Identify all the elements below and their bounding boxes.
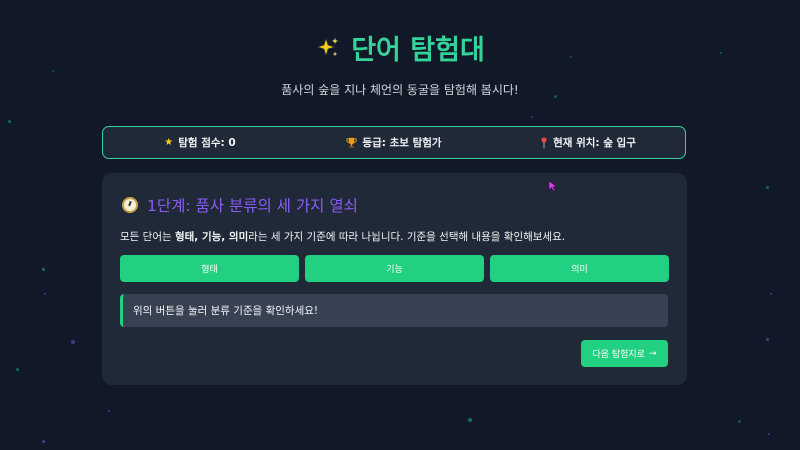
page-title: 단어 탐험대 [351,35,485,66]
page-title-row: 단어 탐험대 [0,28,800,67]
criteria-button-form[interactable]: 형태 [120,255,299,282]
stage-title: 1단계: 품사 분류의 세 가지 열쇠 [147,197,358,215]
desc-prefix: 모든 단어는 [120,231,175,243]
compass-icon [122,197,138,213]
stage-title-row: 1단계: 품사 분류의 세 가지 열쇠 [122,194,358,216]
mouse-cursor-icon [548,180,558,192]
page-subtitle: 품사의 숲을 지나 체언의 동굴을 탐험해 봅시다! [281,83,519,97]
location-text: 현재 위치: 숲 입구 [553,137,636,149]
stage-description: 모든 단어는 형태, 기능, 의미라는 세 가지 기준에 따라 나뉩니다. 기준… [120,229,565,244]
arrow-right-icon: → [649,348,657,359]
rank-text: 등급: 초보 탐험가 [362,137,442,149]
next-stage-label: 다음 탐험지로 [592,350,645,360]
page-header: 단어 탐험대 품사의 숲을 지나 체언의 동굴을 탐험해 봅시다! [0,28,800,98]
sparkles-icon [315,35,341,58]
criteria-button-meaning[interactable]: 의미 [490,255,669,282]
score-status: ★ 탐험 점수: 0 [103,135,297,150]
next-stage-button[interactable]: 다음 탐험지로 → [581,340,668,367]
pin-icon [541,136,547,148]
star-icon: ★ [164,137,174,148]
rank-status: 등급: 초보 탐험가 [297,135,491,150]
score-text: 탐험 점수: 0 [178,137,236,149]
location-status: 현재 위치: 숲 입구 [491,135,685,150]
criteria-button-function[interactable]: 기능 [305,255,484,282]
status-bar: ★ 탐험 점수: 0 등급: 초보 탐험가 현재 위치: 숲 입구 [102,126,686,159]
trophy-icon [346,137,357,148]
criteria-info-box: 위의 버튼을 눌러 분류 기준을 확인하세요! [120,294,668,327]
criteria-tabs: 형태 기능 의미 [120,255,669,282]
stage-card: 1단계: 품사 분류의 세 가지 열쇠 모든 단어는 형태, 기능, 의미라는 … [102,173,687,385]
desc-bold: 형태, 기능, 의미 [174,231,249,243]
desc-suffix: 라는 세 가지 기준에 따라 나뉩니다. 기준을 선택해 내용을 확인해보세요. [248,231,566,243]
